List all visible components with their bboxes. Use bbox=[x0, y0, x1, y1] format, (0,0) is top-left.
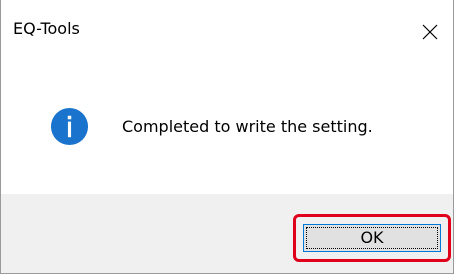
ok-button-highlight: OK bbox=[293, 214, 451, 262]
window-title: EQ-Tools bbox=[13, 19, 80, 38]
info-icon bbox=[50, 107, 89, 146]
dialog-footer: OK bbox=[1, 194, 453, 273]
message-dialog: EQ-Tools Completed to write the setting.… bbox=[0, 0, 454, 274]
title-bar: EQ-Tools bbox=[1, 0, 453, 64]
close-button[interactable] bbox=[407, 0, 453, 64]
close-icon bbox=[422, 24, 438, 40]
dialog-content: Completed to write the setting. bbox=[1, 64, 453, 194]
dialog-message: Completed to write the setting. bbox=[122, 117, 373, 136]
ok-button[interactable]: OK bbox=[303, 224, 441, 252]
